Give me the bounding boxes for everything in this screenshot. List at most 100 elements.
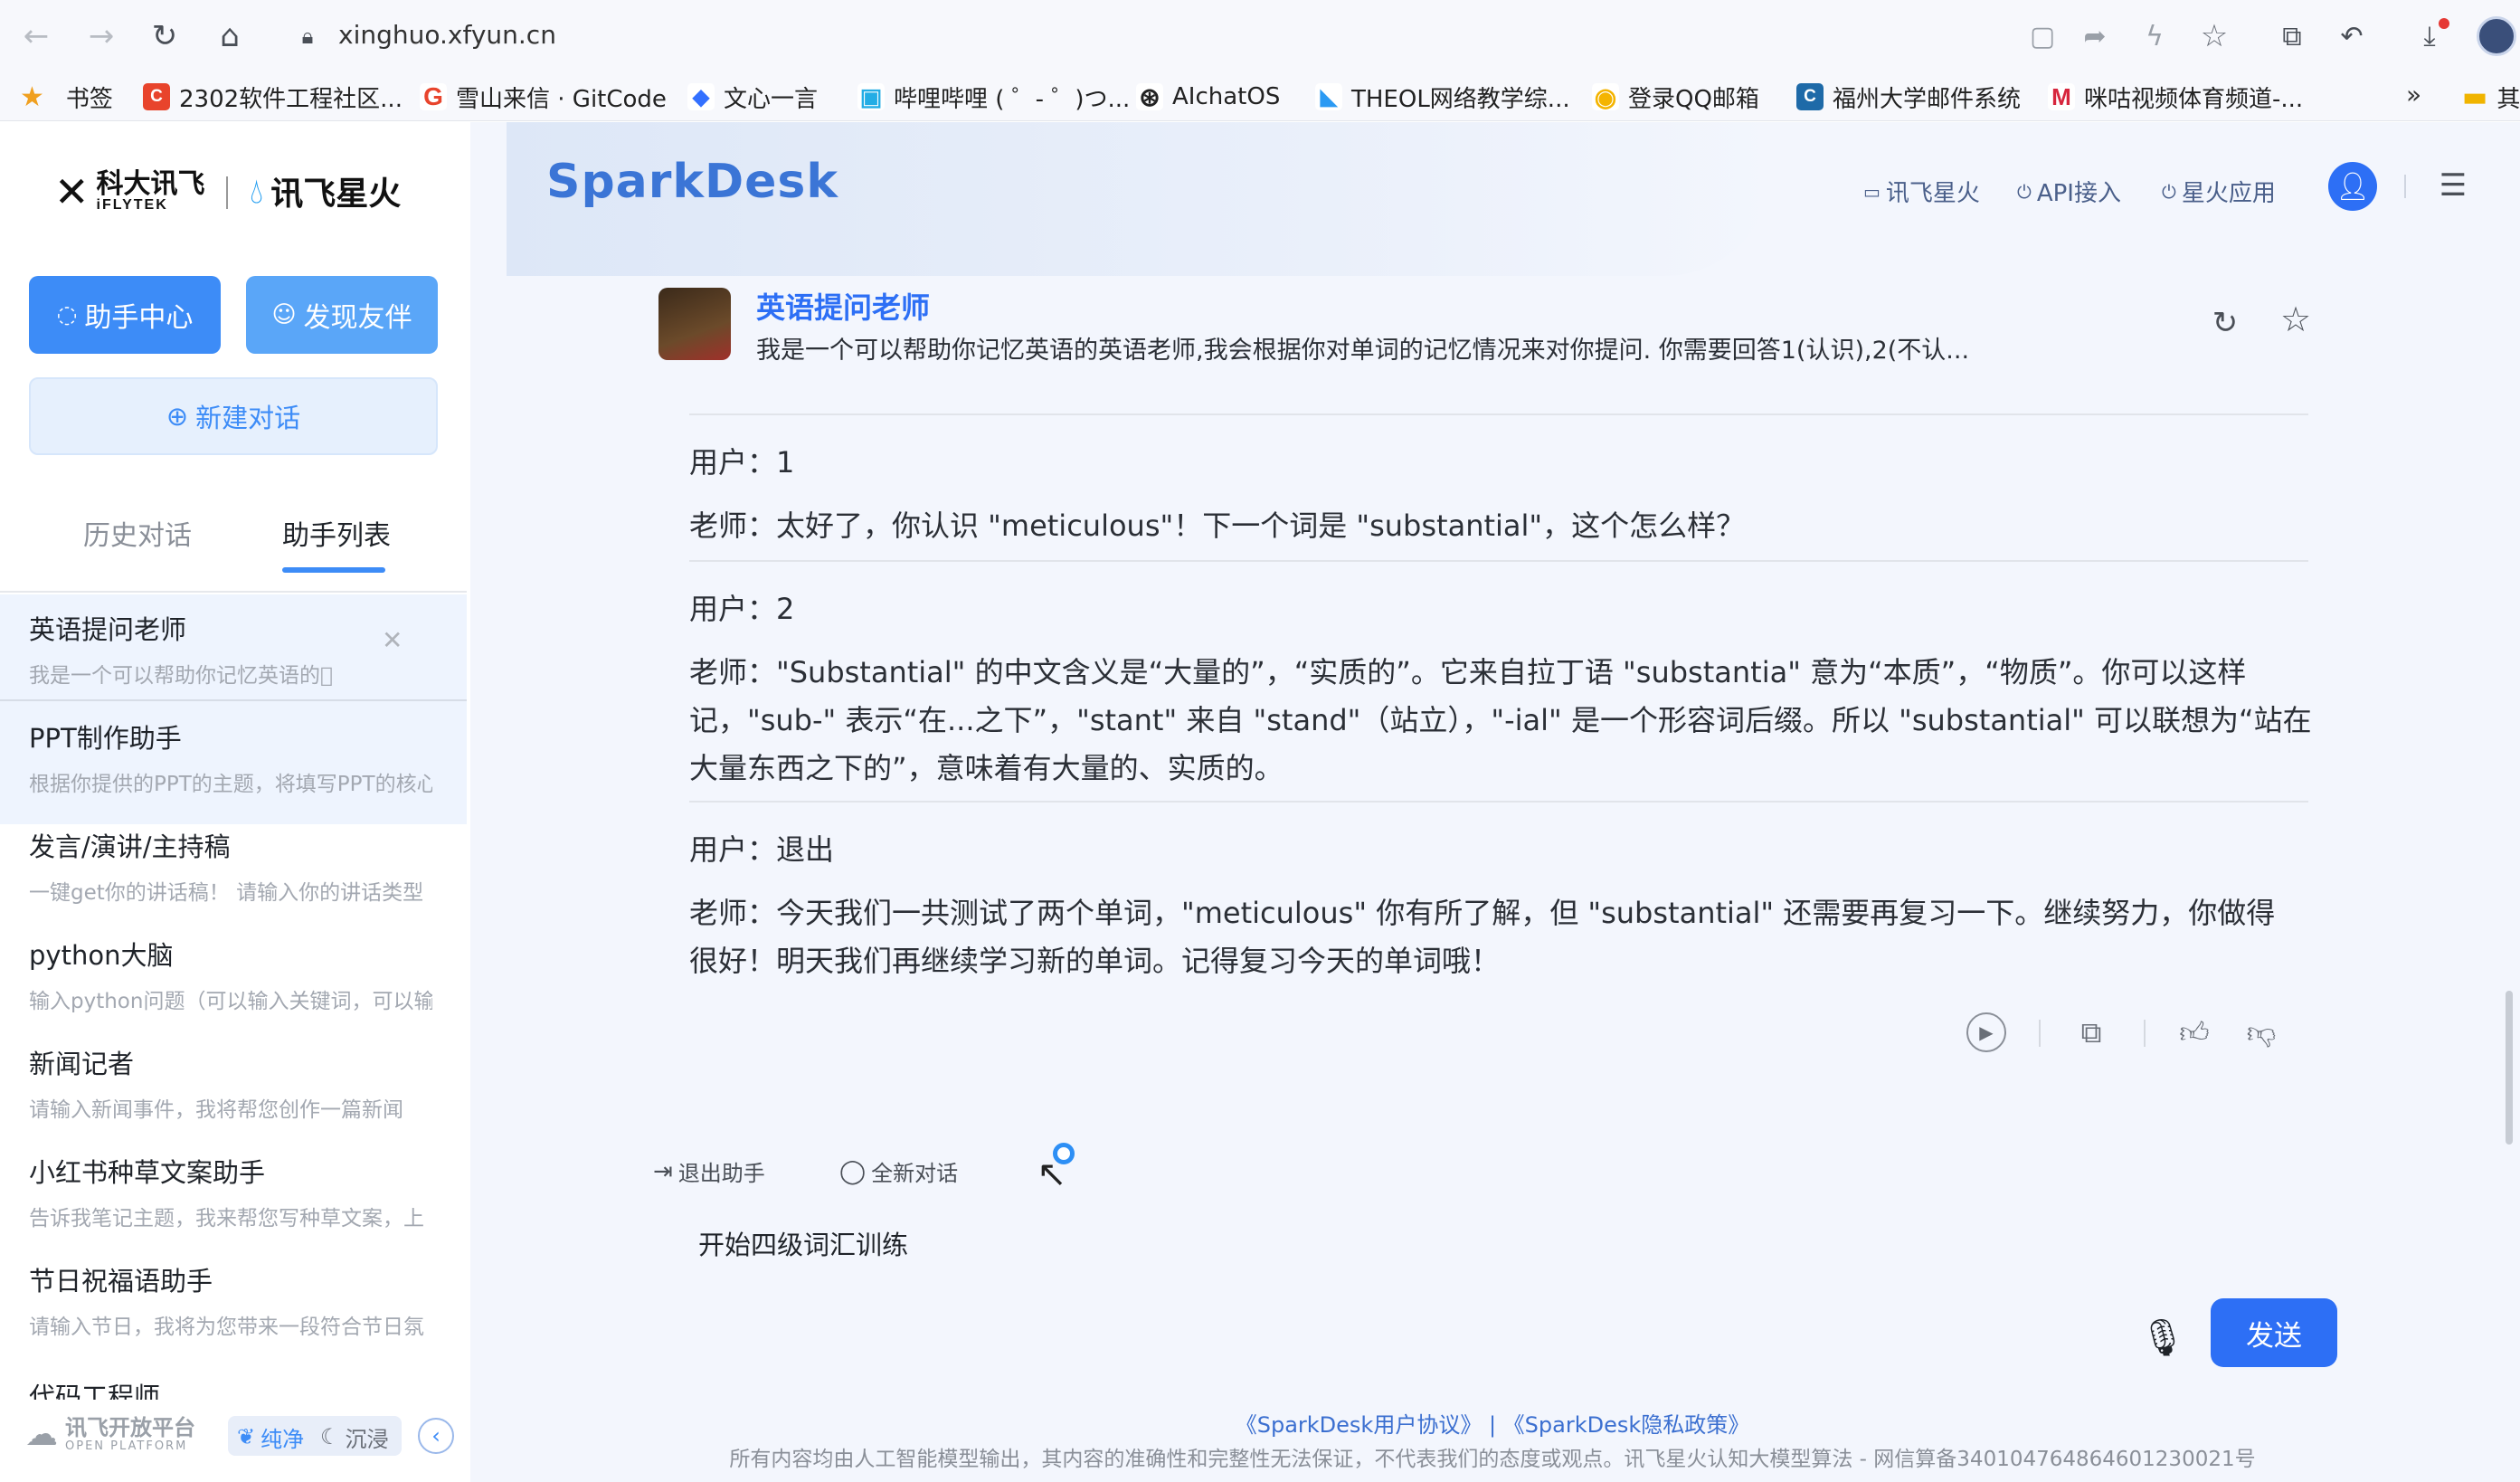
- undo-icon[interactable]: ↶: [2328, 13, 2375, 60]
- home-icon[interactable]: ⌂: [206, 13, 253, 60]
- teacher-message-line: 老师："Substantial" 的中文含义是“大量的”，“实质的”。它来自拉丁…: [689, 655, 2247, 689]
- exit-assistant-label: 退出助手: [677, 1161, 765, 1186]
- new-chat-label: 新建对话: [195, 403, 301, 433]
- assistant-item[interactable]: 发言/演讲/主持稿 一键get你的讲话稿！ 请输入你的讲话类型: [0, 826, 467, 906]
- sidebar: ✕ 科大讯飞 iFLYTEK 💧︎ 讯飞星火 ◌ 助手中心 ☺︎ 发现友伴 ⊕ …: [0, 122, 470, 1482]
- bookmark-2[interactable]: G 雪山来信 · GitCode: [420, 78, 667, 116]
- bookmarks-more-button[interactable]: »: [2406, 80, 2421, 109]
- bookmark-4[interactable]: ▣ 哔哩哔哩 ( ゜- ゜)つ...: [857, 78, 1130, 116]
- reload-icon[interactable]: ↻: [141, 13, 188, 60]
- assistant-name: 英语提问老师: [756, 290, 931, 325]
- profile-avatar[interactable]: [2477, 16, 2516, 56]
- qq-favicon-icon: ◉: [1592, 83, 1619, 111]
- m-favicon-icon: M: [2048, 83, 2075, 110]
- header-link-apps[interactable]: ⏻ 星火应用: [2162, 175, 2276, 208]
- assistant-item[interactable]: 小红书种草文案助手 告诉我笔记主题，我来帮您写种草文案，上: [0, 1152, 467, 1231]
- c-favicon-icon: C: [143, 83, 170, 110]
- new-conversation-button[interactable]: ◯ 全新对话: [839, 1155, 958, 1187]
- bookmark-label: THEOL网络教学综...: [1351, 85, 1570, 113]
- divider: [689, 413, 2308, 415]
- extensions-icon[interactable]: ⧉: [2269, 13, 2316, 60]
- folder-icon: ▬: [2462, 81, 2488, 113]
- play-icon[interactable]: ▶: [1966, 1012, 2006, 1052]
- collapse-sidebar-icon[interactable]: ‹: [418, 1418, 454, 1454]
- assistant-item[interactable]: 节日祝福语助手 请输入节日，我将为您带来一段符合节日氛: [0, 1260, 467, 1340]
- header-link-api[interactable]: ⏻ API接入: [2017, 175, 2121, 208]
- new-conversation-label: 全新对话: [871, 1161, 959, 1186]
- thumbs-up-icon[interactable]: 👍︎: [2174, 1012, 2214, 1052]
- assistant-item[interactable]: 新闻记者 请输入新闻事件，我将帮您创作一篇新闻: [0, 1043, 467, 1123]
- bookmark-6[interactable]: ◣ THEOL网络教学综...: [1315, 78, 1570, 116]
- exit-assistant-button[interactable]: ⇥ 退出助手: [653, 1155, 765, 1187]
- brand-logo[interactable]: SparkDesk: [546, 155, 838, 209]
- assistant-avatar: [658, 288, 731, 360]
- copy-icon[interactable]: ⧉: [2071, 1012, 2111, 1052]
- teacher-message-line: 老师：今天我们一共测试了两个单词，"meticulous" 你有所了解，但 "s…: [689, 896, 2276, 930]
- thumbs-down-icon[interactable]: 👎︎: [2241, 1012, 2281, 1052]
- main-panel: SparkDesk ▭ 讯飞星火 ⏻ API接入 ⏻ 星火应用 👤︎ ☰ 英语提…: [470, 122, 2520, 1482]
- platform-subtext: OPEN PLATFORM: [65, 1439, 188, 1453]
- assistant-item-title: 代码工程师: [29, 1382, 161, 1401]
- teacher-message-line: 大量东西之下的”，意味着有大量的、实质的。: [689, 751, 1284, 785]
- bookmark-5[interactable]: ⊛ AIchatOS: [1136, 78, 1280, 116]
- scrollbar-thumb[interactable]: [2506, 991, 2513, 1145]
- back-arrow-icon[interactable]: ←: [13, 13, 60, 60]
- iflytek-mark-icon: ✕: [54, 167, 90, 216]
- assistant-item-desc: 根据你提供的PPT的主题，将填写PPT的核心: [29, 773, 432, 796]
- assistant-center-button[interactable]: ◌ 助手中心: [29, 276, 221, 354]
- tab-assistants[interactable]: 助手列表: [282, 513, 391, 553]
- theol-favicon-icon: ◣: [1315, 83, 1342, 110]
- menu-icon[interactable]: ☰: [2433, 166, 2473, 205]
- favorite-star-icon[interactable]: ☆: [2191, 13, 2238, 60]
- reader-icon[interactable]: ▢: [2019, 13, 2066, 60]
- footer-disclaimer: 所有内容均由人工智能模型输出，其内容的准确性和完整性无法保证，不代表我们的态度或…: [729, 1448, 2256, 1471]
- remove-icon[interactable]: ✕: [382, 625, 403, 655]
- header-link-label: 讯飞星火: [1885, 180, 1980, 207]
- bookmark-8[interactable]: C 福州大学邮件系统: [1796, 78, 2021, 116]
- assistant-item-title: 新闻记者: [29, 1049, 135, 1079]
- discover-partner-button[interactable]: ☺︎ 发现友伴: [246, 276, 438, 354]
- plus-circle-icon: ⊕: [166, 401, 189, 432]
- assistant-item[interactable]: PPT制作助手 根据你提供的PPT的主题，将填写PPT的核心: [0, 717, 467, 797]
- bookmark-label: AIchatOS: [1172, 83, 1281, 110]
- chat-input[interactable]: 开始四级词汇训练: [698, 1224, 2055, 1262]
- chat-bubble-icon: ◯: [839, 1157, 867, 1185]
- assistant-item[interactable]: 代码工程师: [0, 1369, 467, 1401]
- assistant-item[interactable]: python大脑 输入python问题（可以输入关键词，可以输: [0, 935, 467, 1014]
- bookmark-1[interactable]: C 2302软件工程社区...: [143, 78, 403, 116]
- active-tab-indicator: [282, 567, 385, 573]
- share-icon[interactable]: ➦: [2071, 13, 2118, 60]
- user-avatar-icon[interactable]: 👤︎: [2328, 162, 2377, 211]
- mode-clean-option[interactable]: ❦ 纯净: [237, 1422, 304, 1452]
- lightning-icon[interactable]: ϟ: [2131, 13, 2178, 60]
- header-link-xinghuo[interactable]: ▭ 讯飞星火: [1863, 175, 1980, 208]
- mode-immersive-option[interactable]: ☾ 沉浸: [320, 1422, 389, 1452]
- logo-right-text: 讯飞星火: [270, 175, 402, 212]
- bookmark-label: 书签: [65, 85, 113, 113]
- refresh-icon[interactable]: ↻: [2205, 303, 2245, 343]
- exit-icon: ⇥: [653, 1157, 673, 1185]
- favorite-icon[interactable]: ☆: [2276, 299, 2316, 339]
- footer-links[interactable]: 《SparkDesk用户协议》 | 《SparkDesk隐私政策》: [470, 1407, 2515, 1439]
- bookmark-7[interactable]: ◉ 登录QQ邮箱: [1592, 78, 1759, 116]
- assistant-item-desc: 我是一个可以帮助你记忆英语的 : [29, 664, 333, 688]
- lock-icon: 🔒︎: [301, 24, 314, 49]
- assistant-item-desc: 请输入新闻事件，我将帮您创作一篇新闻: [29, 1098, 403, 1122]
- bookmark-0[interactable]: ★ 书签: [20, 78, 113, 116]
- monitor-icon: ▭: [1863, 180, 1881, 203]
- send-button[interactable]: 发送: [2211, 1298, 2337, 1367]
- tab-history[interactable]: 历史对话: [83, 513, 192, 553]
- bookmark-9[interactable]: M 咪咕视频体育频道-...: [2048, 78, 2303, 116]
- new-chat-button[interactable]: ⊕ 新建对话: [29, 377, 438, 455]
- bookmark-folder[interactable]: ▬ 其: [2462, 78, 2520, 116]
- list-divider: [0, 699, 467, 701]
- forward-arrow-icon[interactable]: →: [78, 13, 125, 60]
- flame-icon: ◌: [56, 301, 78, 328]
- bookmark-3[interactable]: ◆ 文心一言: [687, 78, 818, 116]
- action-divider: [2039, 1020, 2041, 1047]
- address-bar[interactable]: xinghuo.xfyun.cn: [338, 20, 556, 50]
- star-bookmark-icon: ★: [20, 81, 44, 113]
- microphone-icon[interactable]: 🎙︎: [2140, 1313, 2186, 1362]
- bookmark-label: 福州大学邮件系统: [1833, 85, 2022, 113]
- c2-favicon-icon: C: [1796, 83, 1824, 110]
